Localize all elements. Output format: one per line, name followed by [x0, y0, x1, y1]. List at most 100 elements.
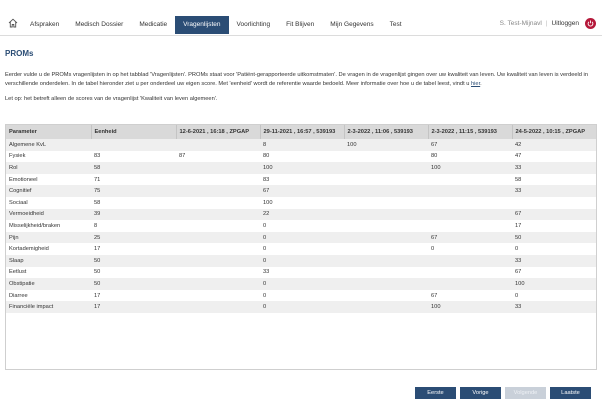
score-cell: 67 [515, 269, 522, 276]
score-cell: 22 [263, 211, 270, 218]
table-row: Cognitief 75 67 33 [6, 185, 596, 197]
score-cell: 33 [515, 188, 522, 195]
score-cell: 0 [263, 292, 267, 299]
tab-mijn-gegevens[interactable]: Mijn Gegevens [322, 16, 381, 34]
table-header-row: Parameter Eenheid 12-6-2021 , 16:18 , ZPGA… [6, 125, 596, 139]
score-cell: 0 [515, 292, 519, 299]
score-cell [344, 290, 428, 302]
score-cell: 0 [431, 246, 435, 253]
parameter-cell: Cognitief [9, 188, 32, 195]
score-cell: 17 [94, 246, 101, 253]
parameter-cell: Pijn [9, 234, 19, 241]
column-header: 2-3-2022 , 11:15 , 539193 [428, 125, 513, 139]
parameter-cell: Sociaal [9, 199, 28, 206]
score-cell [428, 174, 512, 186]
table-row: Rol 58 100 100 33 [6, 162, 596, 174]
score-cell: 0 [263, 234, 267, 241]
score-cell: 100 [347, 141, 357, 148]
tab-afspraken[interactable]: Afspraken [22, 16, 67, 34]
column-header: Eenheid [91, 125, 177, 139]
previous-page-button[interactable]: Vorige [460, 387, 501, 399]
score-cell: 17 [515, 222, 522, 229]
tab-test[interactable]: Test [382, 16, 410, 34]
score-cell: 67 [431, 141, 438, 148]
proms-table: Parameter Eenheid 12-6-2021 , 16:18 , ZPGA… [5, 124, 597, 370]
more-info-link[interactable]: hier [471, 81, 480, 87]
score-cell [344, 162, 428, 174]
logout-link[interactable]: Uitloggen [552, 20, 579, 27]
score-cell [344, 151, 428, 163]
score-cell: 58 [94, 164, 101, 171]
table-row: Diarree 17 0 67 0 [6, 289, 596, 302]
column-header: 12-6-2021 , 16:18 , ZPGAP [176, 125, 261, 139]
table-row: Vermoeidheid 39 22 67 [6, 208, 596, 221]
score-cell [344, 174, 428, 186]
score-cell [176, 255, 260, 267]
nav-tabs: Afspraken Medisch Dossier Medicatie Vragenl… [22, 16, 410, 34]
score-cell [176, 185, 260, 197]
table-row: Eetlust 50 33 67 [6, 266, 596, 279]
table-row: Sociaal 58 100 [6, 196, 596, 209]
tab-vragenlijsten[interactable]: Vragenlijsten [175, 16, 229, 34]
parameter-cell: Slaap [9, 257, 24, 264]
score-cell [428, 278, 512, 290]
score-cell: 71 [94, 176, 101, 183]
score-cell: 33 [515, 257, 522, 264]
score-cell: 80 [431, 153, 438, 160]
tab-fit-blijven[interactable]: Fit Blijven [278, 16, 322, 34]
score-cell: 42 [515, 141, 522, 148]
score-cell: 83 [94, 153, 101, 160]
score-cell: 100 [431, 164, 441, 171]
score-cell [176, 301, 260, 313]
score-cell [176, 220, 260, 232]
next-page-button: Volgende [505, 387, 546, 399]
parameter-cell: Obstipatie [9, 280, 35, 287]
score-cell: 17 [94, 304, 101, 311]
intro-paragraph: Eerder vulde u de PROMs vragenlijsten in… [5, 71, 597, 88]
table-row: Kortademigheid 17 0 0 0 [6, 243, 596, 255]
score-cell [91, 139, 176, 151]
pagination: Eerste Vorige Volgende Laatste [415, 387, 591, 399]
parameter-cell: Rol [9, 164, 18, 171]
score-cell: 50 [94, 269, 101, 276]
user-area: S. Test-Mijnavl | Uitloggen [500, 18, 596, 29]
table-row: Algemene KvL 8 100 67 42 [6, 139, 596, 151]
score-cell: 58 [515, 176, 522, 183]
scores-note: Let op: het betreft alleen de scores van… [5, 96, 218, 102]
score-cell: 50 [94, 257, 101, 264]
first-page-button[interactable]: Eerste [415, 387, 456, 399]
score-cell: 0 [263, 304, 267, 311]
power-icon[interactable] [585, 18, 596, 29]
score-cell: 33 [515, 164, 522, 171]
parameter-cell: Misselijkheid/braken [9, 222, 61, 229]
score-cell: 83 [263, 176, 270, 183]
table-row: Slaap 50 0 33 [6, 254, 596, 267]
score-cell [428, 197, 512, 209]
score-cell: 100 [431, 304, 441, 311]
score-cell: 67 [431, 292, 438, 299]
score-cell: 25 [94, 234, 101, 241]
score-cell [428, 185, 512, 197]
table-row: Fysiek 83 87 80 80 47 [6, 150, 596, 163]
score-cell [344, 185, 428, 197]
home-icon[interactable] [8, 18, 18, 28]
tab-voorlichting[interactable]: Voorlichting [229, 16, 279, 34]
score-cell [344, 220, 428, 232]
table-row: Misselijkheid/braken 8 0 17 [6, 220, 596, 232]
column-header: 2-3-2022 , 11:06 , 539193 [344, 125, 429, 139]
score-cell [344, 232, 428, 244]
user-separator: | [545, 20, 548, 27]
score-cell: 100 [263, 199, 273, 206]
score-cell [428, 255, 512, 267]
tab-medisch-dossier[interactable]: Medisch Dossier [67, 16, 131, 34]
last-page-button[interactable]: Laatste [550, 387, 591, 399]
score-cell [344, 267, 428, 279]
score-cell [176, 243, 260, 255]
score-cell: 8 [94, 222, 98, 229]
score-cell: 80 [263, 153, 270, 160]
table-row: Emotioneel 71 83 58 [6, 173, 596, 186]
score-cell [344, 197, 428, 209]
score-cell: 50 [515, 234, 522, 241]
score-cell: 0 [263, 257, 267, 264]
tab-medicatie[interactable]: Medicatie [131, 16, 175, 34]
